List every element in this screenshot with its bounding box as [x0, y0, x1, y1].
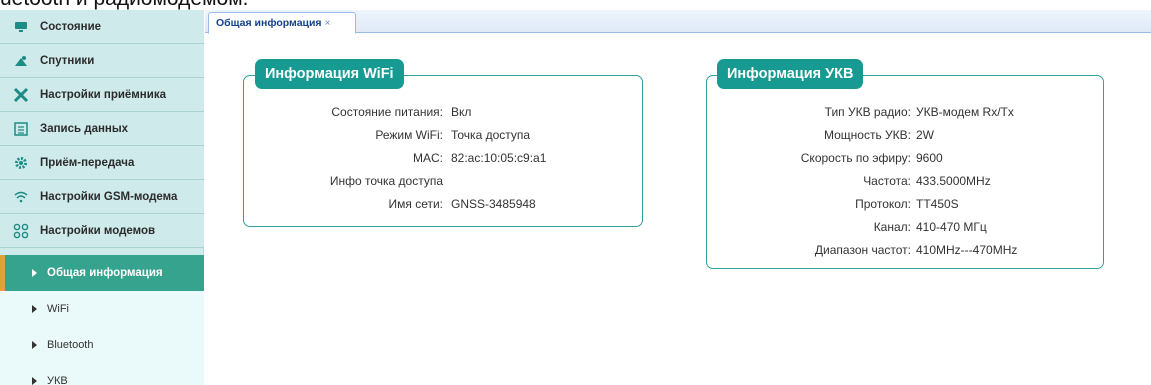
ukv-row-key: Тип УКВ радио: — [824, 105, 911, 119]
ukv-row-value: 410-470 МГц — [916, 220, 987, 234]
sidebar-item-label: Настройки модемов — [40, 224, 156, 237]
sidebar-subitem-bluetooth[interactable]: Bluetooth — [0, 327, 204, 363]
sidebar-subitem-wifi[interactable]: WiFi — [0, 291, 204, 327]
sidebar-subitem-ukv[interactable]: УКВ — [0, 363, 204, 385]
sidebar-subitem-label: УКВ — [47, 375, 68, 385]
wifi-row-value: 82:ac:10:05:c9:a1 — [451, 151, 547, 165]
wifi-icon — [12, 188, 30, 206]
wifi-row-key: Режим WiFi: — [375, 128, 443, 142]
sidebar-item-data-recording[interactable]: Запись данных — [0, 112, 204, 146]
caret-right-icon — [32, 269, 37, 277]
wifi-row-value: GNSS-3485948 — [451, 197, 536, 211]
caret-right-icon — [32, 377, 37, 385]
tab-general-info[interactable]: Общая информация × — [208, 12, 356, 34]
ukv-row-value: 9600 — [916, 151, 943, 165]
sidebar-subitem-label: Bluetooth — [47, 339, 94, 351]
close-icon[interactable]: × — [325, 18, 331, 29]
tools-icon — [12, 86, 30, 104]
satellite-icon — [12, 52, 30, 70]
wifi-panel-title: Информация WiFi — [255, 59, 404, 89]
sidebar-item-label: Настройки приёмника — [40, 88, 166, 101]
ukv-row-value: 433.5000MHz — [916, 174, 991, 188]
wifi-row-value: Вкл — [451, 105, 472, 119]
ukv-row: Мощность УКВ: 2W — [706, 128, 1104, 144]
ukv-panel-title: Информация УКВ — [717, 59, 864, 89]
ukv-row-key: Мощность УКВ: — [823, 128, 911, 142]
monitor-icon — [12, 18, 30, 36]
ukv-row-key: Скорость по эфиру: — [800, 151, 911, 165]
sidebar-item-receiver-settings[interactable]: Настройки приёмника — [0, 78, 204, 112]
top-caption-text: uetooth и радиомодемом. — [0, 0, 1151, 10]
sidebar-subitem-label: WiFi — [47, 303, 69, 315]
list-icon — [12, 120, 30, 138]
sidebar-subitem-label: Общая информация — [47, 267, 163, 279]
ukv-row: Канал: 410-470 МГц — [706, 220, 1104, 236]
ukv-row-key: Частота: — [863, 174, 911, 188]
wifi-row: Инфо точка доступа — [243, 174, 643, 190]
sidebar: Состояние Спутники Настройки приёмника З… — [0, 10, 204, 385]
sidebar-item-label: Приём-передача — [40, 156, 135, 169]
ukv-row: Тип УКВ радио: УКВ-модем Rx/Tx — [706, 105, 1104, 121]
tab-label: Общая информация — [216, 17, 322, 29]
ukv-row-value: УКВ-модем Rx/Tx — [916, 105, 1014, 119]
wifi-row-value: Точка доступа — [451, 128, 531, 142]
wifi-row: Имя сети: GNSS-3485948 — [243, 197, 643, 213]
gear-icon — [12, 154, 30, 172]
sidebar-item-status[interactable]: Состояние — [0, 10, 204, 44]
wifi-row: MAC: 82:ac:10:05:c9:a1 — [243, 151, 643, 167]
wifi-row: Состояние питания: Вкл — [243, 105, 643, 121]
ukv-row-value: 410MHz---470MHz — [916, 243, 1018, 257]
ukv-row-key: Протокол: — [855, 197, 911, 211]
sidebar-item-modem-settings[interactable]: Настройки модемов — [0, 214, 204, 248]
ukv-row-value: TT450S — [916, 197, 959, 211]
sidebar-item-label: Запись данных — [40, 122, 129, 135]
sidebar-item-label: Настройки GSM-модема — [40, 190, 178, 203]
sidebar-subitem-general-info[interactable]: Общая информация — [0, 255, 204, 291]
ukv-row: Скорость по эфиру: 9600 — [706, 151, 1104, 167]
ukv-row-key: Канал: — [873, 220, 911, 234]
caret-right-icon — [32, 341, 37, 349]
ukv-row-key: Диапазон частот: — [814, 243, 911, 257]
ukv-row: Протокол: TT450S — [706, 197, 1104, 213]
wifi-row: Режим WiFi: Точка доступа — [243, 128, 643, 144]
wifi-row-key: Инфо точка доступа — [329, 174, 443, 188]
wifi-row-key: MAC: — [413, 151, 443, 165]
sidebar-item-satellites[interactable]: Спутники — [0, 44, 204, 78]
sidebar-item-label: Спутники — [40, 54, 95, 67]
sidebar-item-gsm-settings[interactable]: Настройки GSM-модема — [0, 180, 204, 214]
ukv-row: Частота: 433.5000MHz — [706, 174, 1104, 190]
ukv-row-value: 2W — [916, 128, 934, 142]
nodes-icon — [12, 222, 30, 240]
wifi-row-key: Состояние питания: — [331, 105, 443, 119]
ukv-row: Диапазон частот: 410MHz---470MHz — [706, 243, 1104, 259]
sidebar-item-io[interactable]: Приём-передача — [0, 146, 204, 180]
sidebar-item-label: Состояние — [40, 20, 102, 33]
caret-right-icon — [32, 305, 37, 313]
wifi-row-key: Имя сети: — [388, 197, 443, 211]
